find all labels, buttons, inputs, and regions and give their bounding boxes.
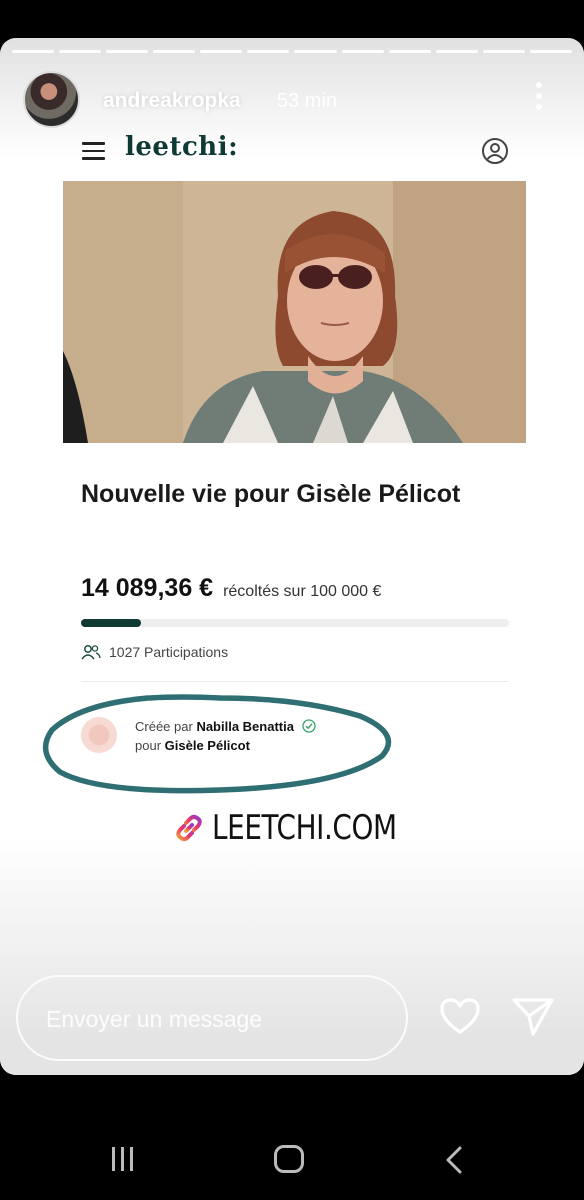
story-viewer[interactable]: andreakropka 53 min leetchi: Nouvelle vi… bbox=[0, 38, 584, 1075]
recent-apps-icon[interactable] bbox=[112, 1147, 142, 1171]
funding-progress-fill bbox=[81, 619, 141, 627]
story-progress-bar bbox=[12, 50, 572, 54]
participants-row: 1027 Participations bbox=[81, 644, 228, 660]
divider bbox=[81, 681, 509, 682]
leetchi-logo: leetchi: bbox=[125, 132, 239, 162]
funding-progress-bar bbox=[81, 619, 509, 627]
campaign-title: Nouvelle vie pour Gisèle Pélicot bbox=[81, 480, 461, 508]
amount-goal: récoltés sur 100 000 € bbox=[223, 583, 382, 600]
campaign-photo bbox=[63, 181, 526, 443]
send-icon[interactable] bbox=[511, 994, 555, 1038]
profile-icon bbox=[482, 138, 508, 164]
drawn-circle-annotation bbox=[42, 694, 392, 794]
system-navigation-bar bbox=[0, 1075, 584, 1200]
participants-count: 1027 Participations bbox=[109, 644, 229, 660]
reply-message-input[interactable]: Envoyer un message bbox=[16, 975, 408, 1061]
story-time: 53 min bbox=[277, 90, 338, 112]
avatar[interactable] bbox=[23, 71, 80, 128]
leetchi-header: leetchi: bbox=[80, 132, 510, 170]
heart-icon[interactable] bbox=[438, 996, 482, 1036]
campaign-photo-illustration bbox=[63, 181, 526, 443]
reply-placeholder: Envoyer un message bbox=[46, 1006, 263, 1032]
amount-raised: 14 089,36 € bbox=[81, 574, 214, 602]
home-icon[interactable] bbox=[274, 1145, 304, 1173]
more-options-icon[interactable] bbox=[533, 82, 545, 114]
story-username[interactable]: andreakropka bbox=[103, 89, 241, 113]
people-icon bbox=[81, 645, 101, 660]
back-icon[interactable] bbox=[444, 1145, 464, 1175]
amount-row: 14 089,36 € récoltés sur 100 000 € bbox=[81, 574, 381, 603]
menu-icon bbox=[82, 142, 105, 160]
